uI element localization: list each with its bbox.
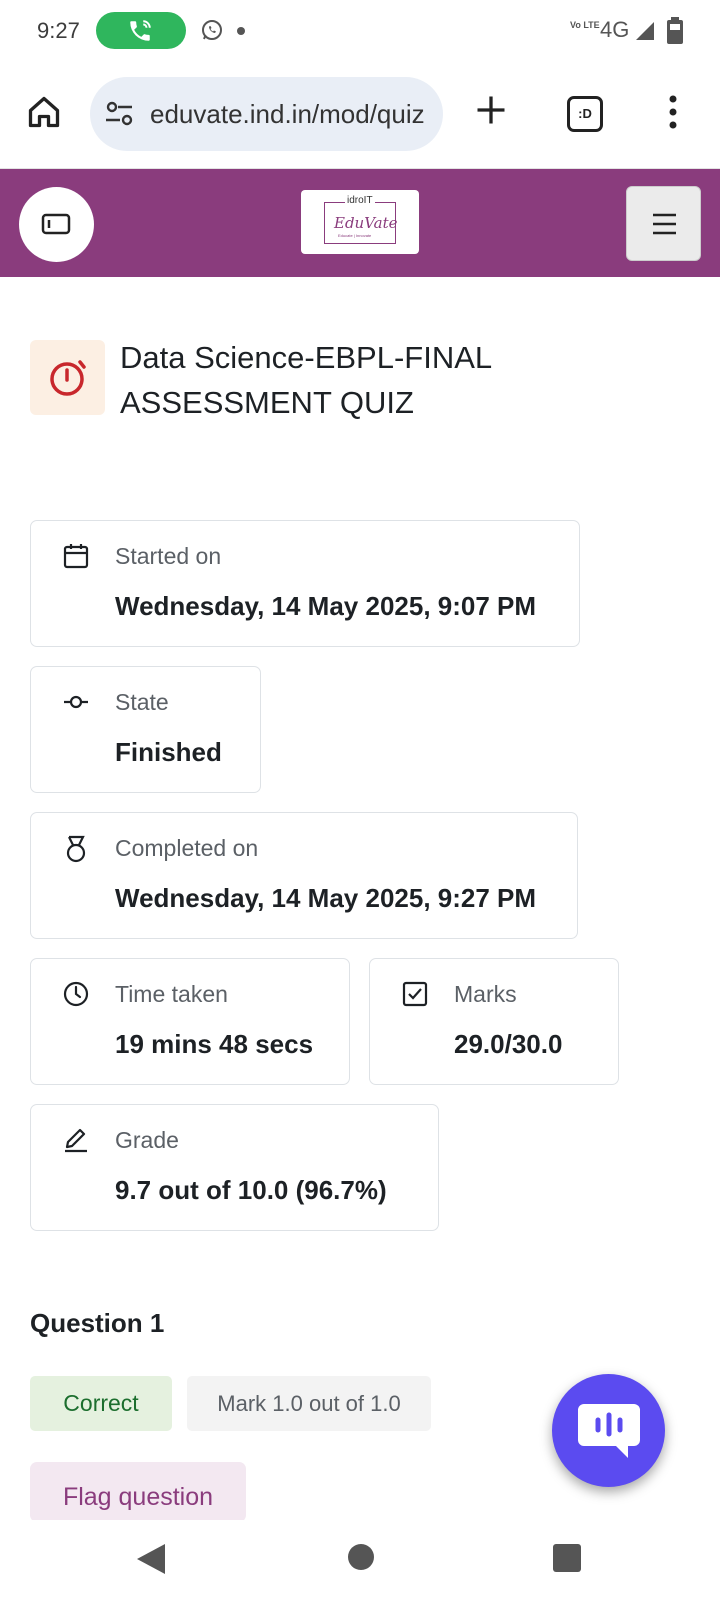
network-type: 4G bbox=[600, 17, 630, 42]
state-icon bbox=[64, 695, 88, 709]
phone-icon bbox=[130, 20, 151, 41]
pencil-icon bbox=[65, 1128, 87, 1153]
url-text: eduvate.ind.in/mod/quiz bbox=[150, 99, 425, 129]
chat-icon bbox=[578, 1404, 640, 1458]
medal-icon bbox=[66, 835, 86, 863]
logo-tagline: Educate | Innovate bbox=[338, 233, 372, 238]
marks-value: 29.0/30.0 bbox=[454, 1029, 563, 1059]
browser-toolbar: eduvate.ind.in/mod/quiz :D bbox=[0, 64, 720, 169]
notification-dot bbox=[237, 27, 245, 35]
main-menu-button[interactable] bbox=[626, 186, 701, 261]
completed-on-value: Wednesday, 14 May 2025, 9:27 PM bbox=[115, 883, 537, 913]
whatsapp-icon bbox=[202, 20, 222, 40]
completed-on-card: Completed on Wednesday, 14 May 2025, 9:2… bbox=[30, 812, 578, 939]
system-navigation-bar bbox=[0, 1520, 720, 1600]
nav-home-button[interactable] bbox=[348, 1544, 374, 1570]
hamburger-icon bbox=[653, 213, 676, 235]
chat-assistant-button[interactable] bbox=[552, 1374, 665, 1487]
tab-switcher-button[interactable]: :D bbox=[567, 96, 603, 132]
drawer-toggle-button[interactable] bbox=[19, 187, 94, 262]
flag-question-button[interactable]: Flag question bbox=[30, 1462, 246, 1522]
ongoing-call-pill[interactable] bbox=[96, 12, 186, 49]
plus-icon[interactable] bbox=[473, 92, 509, 128]
nav-recents-button[interactable] bbox=[553, 1544, 581, 1572]
tune-icon[interactable] bbox=[104, 101, 136, 127]
state-card: State Finished bbox=[30, 666, 261, 793]
completed-on-label: Completed on bbox=[115, 835, 259, 861]
question-title: Question 1 bbox=[30, 1308, 165, 1338]
marks-card: Marks 29.0/30.0 bbox=[369, 958, 619, 1085]
started-on-value: Wednesday, 14 May 2025, 9:07 PM bbox=[115, 591, 537, 621]
volte-label: Vo LTE bbox=[570, 20, 600, 30]
address-bar[interactable]: eduvate.ind.in/mod/quiz bbox=[90, 77, 443, 151]
stopwatch-icon bbox=[50, 360, 86, 396]
battery-icon bbox=[667, 17, 683, 44]
started-on-card: Started on Wednesday, 14 May 2025, 9:07 … bbox=[30, 520, 580, 647]
calendar-icon bbox=[63, 544, 89, 569]
marks-label: Marks bbox=[454, 981, 517, 1007]
question-mark-badge: Mark 1.0 out of 1.0 bbox=[187, 1376, 431, 1431]
site-header: idroIT EduVate Educate | Innovate bbox=[0, 169, 720, 277]
grade-label: Grade bbox=[115, 1127, 179, 1153]
quiz-activity-icon bbox=[30, 340, 105, 415]
back-icon[interactable] bbox=[135, 1542, 167, 1576]
state-label: State bbox=[115, 689, 169, 715]
started-on-label: Started on bbox=[115, 543, 222, 569]
grade-value: 9.7 out of 10.0 (96.7%) bbox=[115, 1175, 387, 1205]
clock-icon bbox=[63, 981, 89, 1007]
more-vert-icon[interactable] bbox=[667, 94, 679, 130]
time-taken-card: Time taken 19 mins 48 secs bbox=[30, 958, 350, 1085]
signal-icon bbox=[636, 22, 654, 40]
question-status-badge: Correct bbox=[30, 1376, 172, 1431]
site-logo[interactable]: idroIT EduVate Educate | Innovate bbox=[301, 190, 419, 254]
logo-main-text: EduVate bbox=[334, 214, 398, 232]
checkbox-icon bbox=[402, 981, 428, 1007]
home-icon[interactable] bbox=[26, 94, 62, 130]
status-time: 9:27 bbox=[37, 18, 80, 43]
grade-card: Grade 9.7 out of 10.0 (96.7%) bbox=[30, 1104, 439, 1231]
state-value: Finished bbox=[115, 737, 222, 767]
time-taken-label: Time taken bbox=[115, 981, 228, 1007]
time-taken-value: 19 mins 48 secs bbox=[115, 1029, 314, 1059]
page-title: Data Science-EBPL-FINAL ASSESSMENT QUIZ bbox=[120, 340, 492, 420]
logo-top-text: idroIT bbox=[345, 195, 375, 206]
drawer-icon bbox=[41, 213, 71, 235]
status-bar: 9:27 Vo LTE 4G bbox=[0, 0, 720, 64]
